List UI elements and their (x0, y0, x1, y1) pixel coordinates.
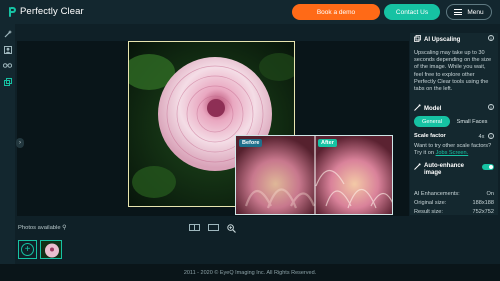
hamburger-icon (454, 9, 463, 15)
stat-row: Original size: 188x188 (414, 200, 494, 206)
after-label: After (318, 139, 337, 147)
upscaling-description: Upscaling may take up to 30 seconds depe… (414, 50, 492, 93)
model-option-small-faces[interactable]: Small Faces (452, 116, 492, 127)
view-mode-controls (189, 224, 236, 233)
photos-available-label: Photos available ⚲ (18, 225, 67, 231)
scale-hint: Want to try other scale factors? Try it … (414, 143, 492, 157)
info-pin-icon[interactable]: ⚲ (62, 225, 66, 231)
model-title: Model (424, 105, 442, 112)
wand-icon (414, 163, 421, 172)
stats-section: AI Enhancements: On Original size: 188x1… (414, 191, 494, 215)
side-by-side-icon[interactable] (208, 224, 219, 231)
top-bar: Perfectly Clear Book a demo Contact Us M… (0, 0, 500, 24)
zoom-in-icon[interactable] (227, 224, 236, 233)
auto-enhance-label: Auto-enhance image (424, 163, 465, 176)
footer: 2011 - 2020 © EyeQ Imaging Inc. All Righ… (0, 264, 500, 281)
comparison-image (236, 136, 392, 214)
split-view-icon[interactable] (189, 224, 200, 231)
auto-enhance-section: Auto-enhance image (414, 163, 494, 177)
before-label: Before (239, 139, 263, 147)
chevron-right-icon: › (19, 140, 21, 146)
info-icon[interactable]: i (488, 104, 494, 110)
info-icon[interactable]: i (488, 35, 494, 41)
stat-row: Result size: 752x752 (414, 209, 494, 215)
contact-us-button[interactable]: Contact Us (384, 4, 440, 20)
copyright-text: 2011 - 2020 © EyeQ Imaging Inc. All Righ… (183, 269, 317, 276)
magic-wand-icon[interactable] (2, 28, 13, 39)
upscale-section-icon (414, 35, 421, 44)
logo-mark-icon (9, 6, 17, 17)
photo-thumbnails: + (18, 240, 62, 259)
settings-panel: AI Upscaling i Upscaling may take up to … (410, 33, 498, 215)
tool-rail (0, 24, 15, 264)
jobs-screen-link[interactable]: Jobs Screen. (436, 150, 469, 156)
add-photo-button[interactable]: + (18, 240, 37, 259)
logo-text: Perfectly Clear (20, 6, 84, 17)
before-after-comparison[interactable]: Before After (235, 135, 393, 215)
info-icon[interactable]: i (488, 133, 494, 139)
scale-factor-value[interactable]: 4x i (479, 133, 494, 140)
stat-row: AI Enhancements: On (414, 191, 494, 197)
photo-thumbnail[interactable] (40, 240, 62, 259)
model-option-general[interactable]: General (414, 116, 450, 127)
ai-upscaling-title: AI Upscaling (424, 36, 461, 43)
auto-enhance-toggle[interactable] (482, 164, 494, 170)
portrait-icon[interactable] (2, 44, 13, 55)
upscale-icon[interactable] (2, 76, 13, 87)
logo[interactable]: Perfectly Clear (9, 6, 84, 17)
model-section: Model i General Small Faces (414, 104, 494, 127)
plus-icon: + (21, 243, 34, 256)
book-demo-button[interactable]: Book a demo (292, 4, 380, 20)
ai-upscaling-section: AI Upscaling i Upscaling may take up to … (414, 35, 494, 93)
menu-label: Menu (467, 8, 484, 16)
model-selector: General Small Faces (414, 116, 494, 127)
scale-factor-section: Scale factor 4x i Want to try other scal… (414, 133, 494, 157)
scale-factor-title: Scale factor (414, 133, 446, 139)
wand-icon (414, 104, 421, 113)
menu-button[interactable]: Menu (446, 4, 492, 20)
collapse-tools-button[interactable]: › (16, 138, 24, 148)
glasses-icon[interactable] (2, 59, 13, 70)
